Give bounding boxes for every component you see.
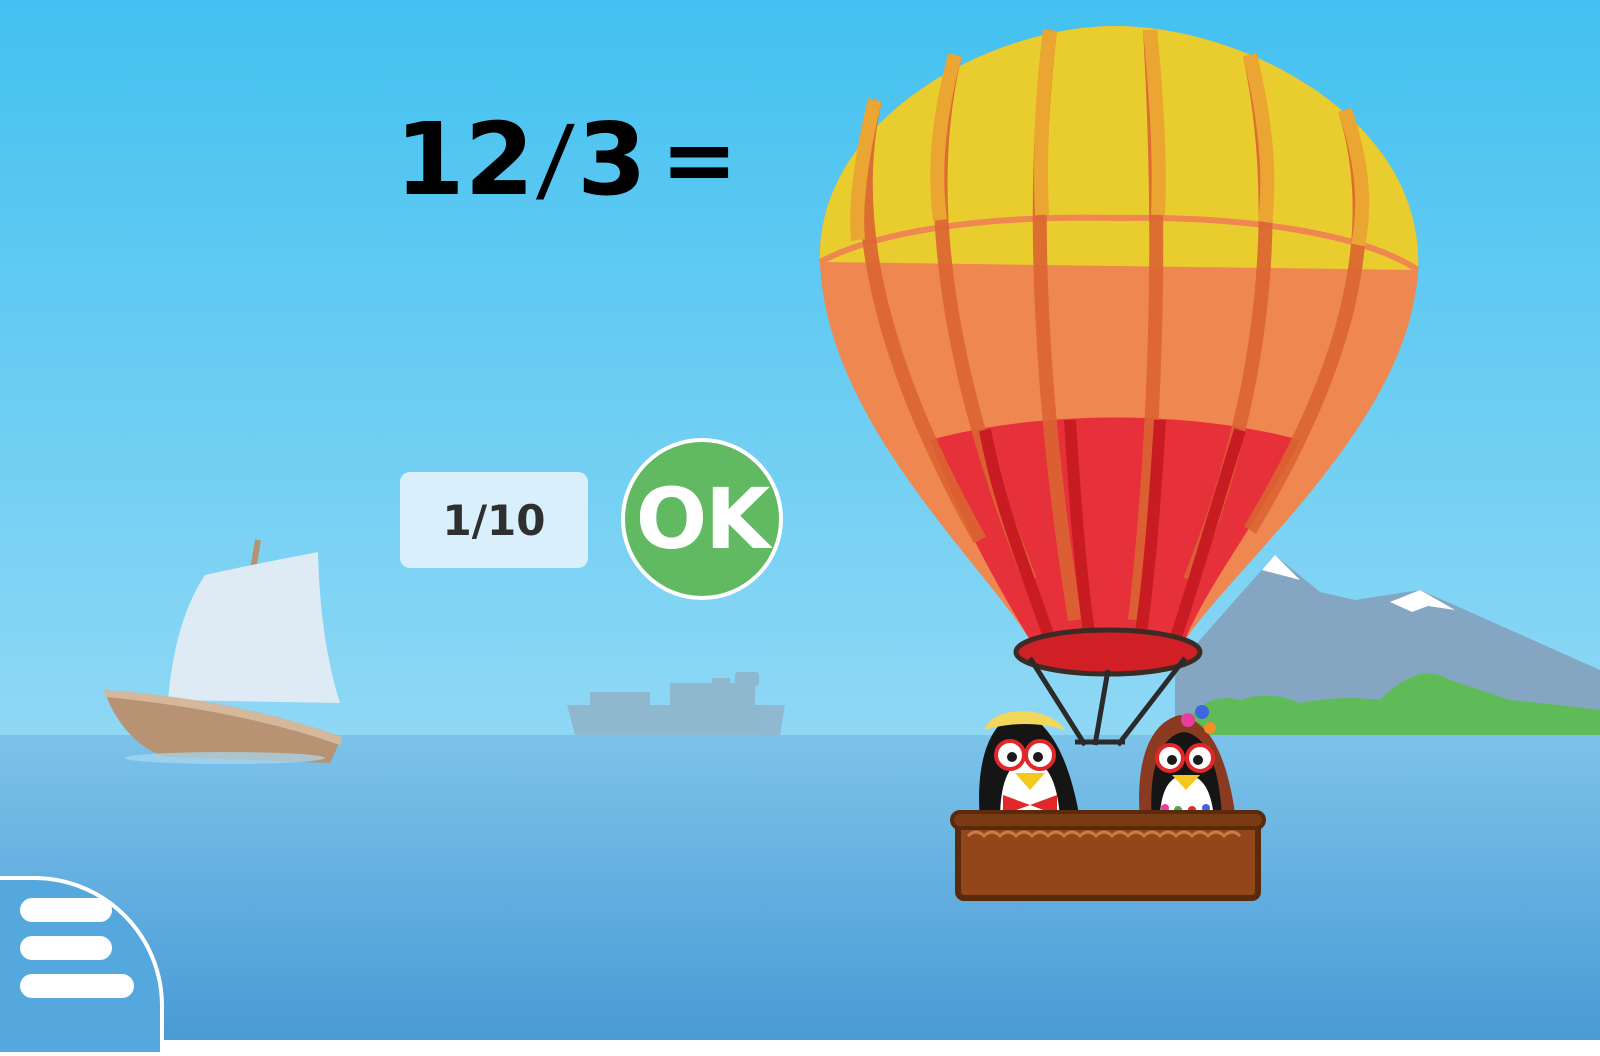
balloon-basket xyxy=(950,810,1266,901)
equation-right-operand: 3 xyxy=(577,101,647,218)
equation-operator: / xyxy=(534,106,577,213)
math-equation: 12 / 3 = xyxy=(395,100,738,220)
game-scene xyxy=(0,0,1600,1040)
question-counter: 1/10 xyxy=(400,472,588,568)
equation-equals-sign: = xyxy=(660,106,738,213)
equation-left-operand: 12 xyxy=(395,101,535,218)
sea xyxy=(0,735,1600,1040)
ok-button[interactable]: OK xyxy=(621,438,783,600)
